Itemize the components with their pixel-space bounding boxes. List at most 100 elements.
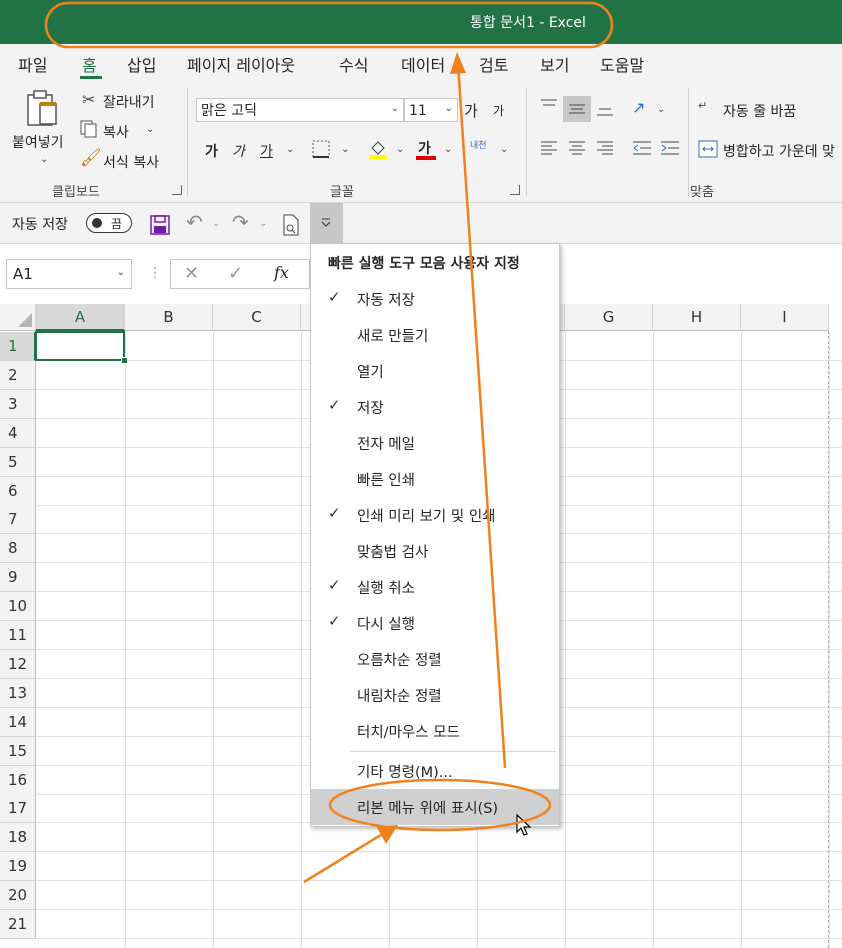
tab-file[interactable]: 파일 [18,52,47,76]
fill-color-icon[interactable] [368,138,388,160]
orientation-icon[interactable]: ↗ [632,100,645,116]
format-painter-icon[interactable]: 🖌 [80,150,102,167]
row-header-4[interactable]: 4 [0,418,36,448]
paste-button[interactable]: 붙여넣기 ⌄ [10,88,74,170]
menu-item[interactable]: 새로 만들기 [357,325,428,346]
copy-label[interactable]: 복사 [103,122,129,142]
selected-cell-a1[interactable] [35,331,125,361]
fill-handle[interactable] [121,357,128,364]
menu-item[interactable]: 맞춤법 검사 [357,541,428,562]
menu-item[interactable]: 열기 [357,361,384,382]
column-header-g[interactable]: G [565,304,653,331]
drag-handle-icon[interactable]: ⋮ [148,266,162,280]
save-icon[interactable] [150,215,170,235]
select-all-corner[interactable] [0,304,36,331]
menu-item[interactable]: 다시 실행 [357,613,415,634]
row-header-17[interactable]: 17 [0,794,36,824]
row-header-20[interactable]: 20 [0,881,36,911]
decrease-indent-icon[interactable] [632,140,652,156]
align-top-icon[interactable] [540,98,558,114]
increase-indent-icon[interactable] [660,140,680,156]
merge-center-label[interactable]: 병합하고 가운데 맞 [723,141,835,161]
insert-function-button[interactable]: fx [274,263,289,282]
chevron-down-icon[interactable]: ⌄ [286,144,294,155]
row-header-15[interactable]: 15 [0,736,36,766]
phonetic-button[interactable]: 내천 [470,138,487,151]
redo-icon[interactable]: ↷ [232,212,249,232]
chevron-down-icon[interactable]: ⌄ [259,218,267,229]
chevron-down-icon[interactable]: ⌄ [341,144,349,155]
tab-home[interactable]: 홈 [82,52,97,76]
wrap-text-label[interactable]: 자동 줄 바꿈 [723,101,796,121]
tab-data[interactable]: 데이터 [401,52,445,76]
font-name-combo[interactable]: 맑은 고딕 ⌄ [196,98,404,122]
copy-icon[interactable] [80,120,98,138]
chevron-down-icon[interactable]: ⌄ [146,124,154,135]
row-header-12[interactable]: 12 [0,649,36,679]
tab-view[interactable]: 보기 [540,52,569,76]
menu-item[interactable]: 오름차순 정렬 [357,649,442,670]
shrink-font-button[interactable]: 가 [493,102,504,119]
underline-button[interactable]: 가 [260,141,273,161]
bold-button[interactable]: 가 [205,141,218,161]
row-header-1[interactable]: 1 [0,332,36,361]
merge-center-icon[interactable] [698,140,718,158]
column-header-a[interactable]: A [36,304,125,331]
chevron-down-icon[interactable]: ⌄ [396,144,404,155]
row-header-18[interactable]: 18 [0,823,36,853]
row-header-9[interactable]: 9 [0,563,36,593]
cancel-icon[interactable]: ✕ [184,265,199,283]
row-header-14[interactable]: 14 [0,707,36,737]
row-header-6[interactable]: 6 [0,476,36,506]
enter-icon[interactable]: ✓ [228,265,243,283]
format-painter-label[interactable]: 서식 복사 [103,152,159,172]
align-left-icon[interactable] [540,140,558,156]
column-header-i[interactable]: I [741,304,829,331]
menu-item[interactable]: 자동 저장 [357,289,415,310]
row-header-2[interactable]: 2 [0,360,36,390]
row-header-8[interactable]: 8 [0,534,36,564]
menu-item-more-commands[interactable]: 기타 명령(M)... [357,761,453,782]
chevron-down-icon[interactable]: ⌄ [657,104,665,115]
row-header-7[interactable]: 7 [0,505,36,535]
print-preview-icon[interactable] [282,214,300,236]
menu-item[interactable]: 전자 메일 [357,433,415,454]
menu-item[interactable]: 터치/마우스 모드 [357,721,460,742]
menu-item-show-above-ribbon[interactable]: 리본 메뉴 위에 표시(S) [357,797,498,818]
column-header-b[interactable]: B [125,304,213,331]
grow-font-button[interactable]: 가 [464,100,478,121]
font-size-combo[interactable]: 11 ⌄ [404,98,458,122]
wrap-text-icon[interactable]: ↵ [698,100,707,111]
tab-review[interactable]: 검토 [479,52,508,76]
chevron-down-icon[interactable]: ⌄ [212,218,220,229]
undo-icon[interactable]: ↶ [186,212,203,232]
row-header-3[interactable]: 3 [0,389,36,419]
row-header-10[interactable]: 10 [0,592,36,622]
menu-item[interactable]: 내림차순 정렬 [357,685,442,706]
border-icon[interactable] [312,140,330,158]
dialog-launcher-icon[interactable] [172,185,182,195]
tab-help[interactable]: 도움말 [600,52,644,76]
align-bottom-icon[interactable] [596,101,614,117]
menu-item[interactable]: 빠른 인쇄 [357,469,415,490]
menu-item[interactable]: 실행 취소 [357,577,415,598]
chevron-down-icon[interactable]: ⌄ [444,144,452,155]
menu-item[interactable]: 인쇄 미리 보기 및 인쇄 [357,505,496,526]
dialog-launcher-icon[interactable] [510,185,520,195]
column-header-c[interactable]: C [213,304,301,331]
cut-label[interactable]: 잘라내기 [103,92,155,112]
tab-page-layout[interactable]: 페이지 레이아웃 [187,52,295,76]
name-box[interactable]: A1 ⌄ [6,259,132,289]
align-center-icon[interactable] [568,140,586,156]
tab-formulas[interactable]: 수식 [339,52,368,76]
tab-insert[interactable]: 삽입 [127,52,156,76]
row-header-13[interactable]: 13 [0,678,36,708]
scissors-icon[interactable]: ✂ [82,92,95,108]
row-header-16[interactable]: 16 [0,765,36,795]
row-header-19[interactable]: 19 [0,852,36,882]
chevron-down-icon[interactable]: ⌄ [500,144,508,155]
row-header-5[interactable]: 5 [0,447,36,477]
row-header-21[interactable]: 21 [0,910,36,939]
menu-item[interactable]: 저장 [357,397,384,418]
row-header-11[interactable]: 11 [0,621,36,650]
